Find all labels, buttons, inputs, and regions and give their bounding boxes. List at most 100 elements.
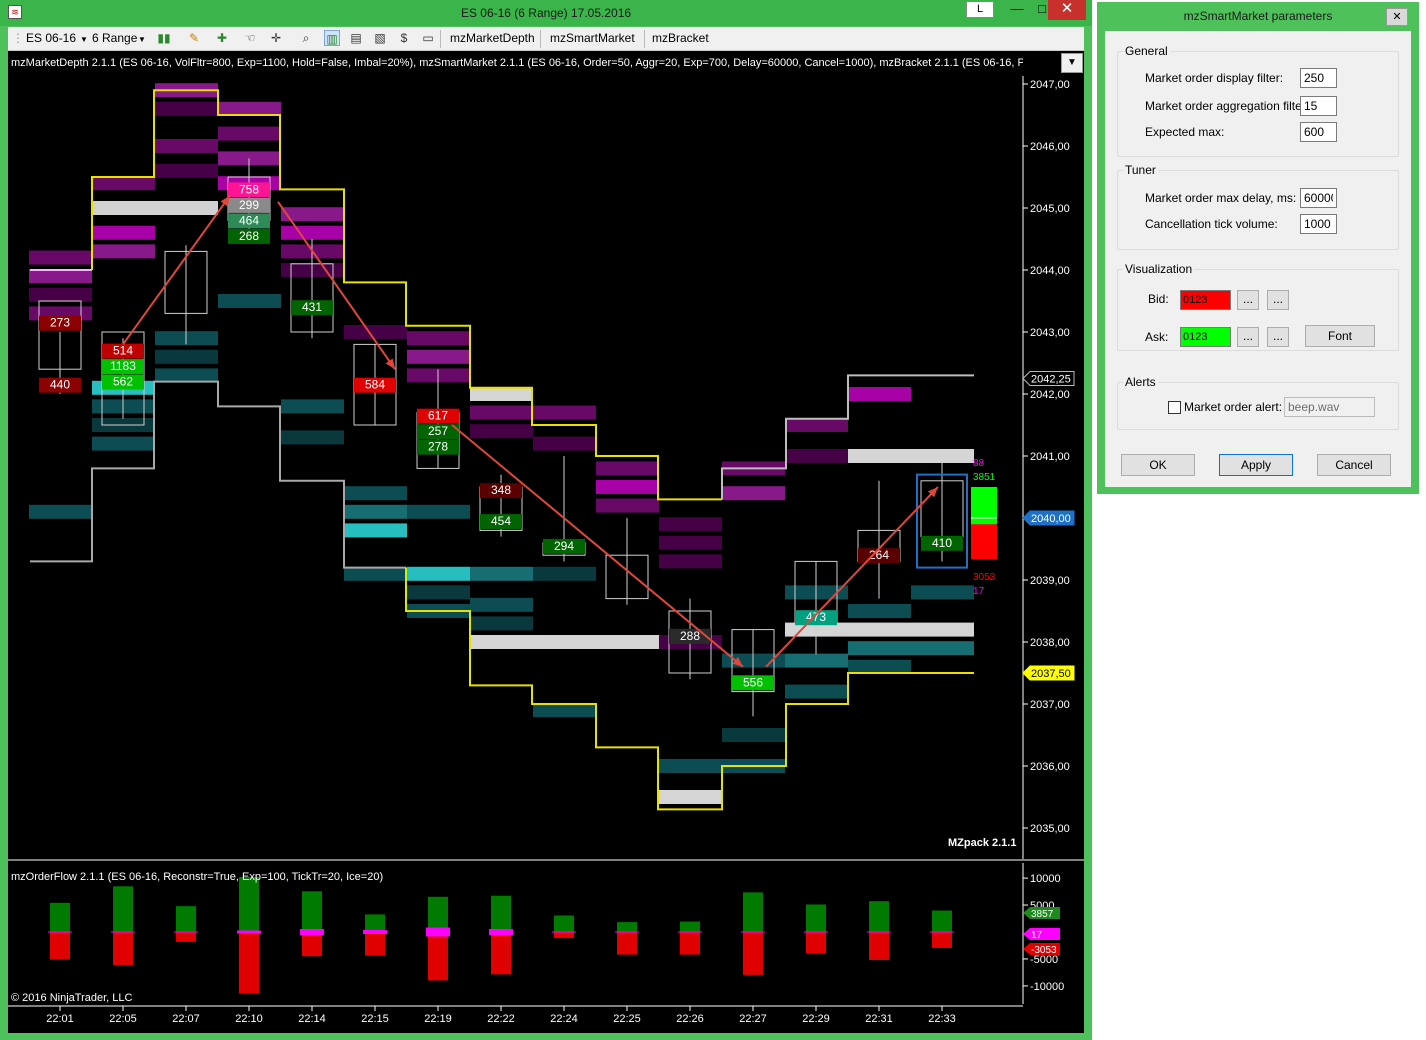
orderflow-buy-bar xyxy=(932,910,952,932)
orderflow-buy-bar xyxy=(680,921,700,932)
parameters-dialog: mzSmartMarket parameters ✕ General Marke… xyxy=(1097,2,1419,494)
order-volume-label: 273 xyxy=(50,316,70,330)
layout-button[interactable]: L xyxy=(966,1,994,18)
depth-band xyxy=(407,566,470,581)
zoom-icon[interactable]: ⌕ xyxy=(298,30,314,46)
bid-color-button[interactable]: ... xyxy=(1237,290,1259,310)
price-tick-label: 2038,00 xyxy=(1030,637,1070,649)
pencil-icon[interactable]: ✎ xyxy=(186,30,202,46)
depth-band xyxy=(92,225,155,240)
display-filter-label: Market order display filter: xyxy=(1145,71,1284,85)
bid-color-sample[interactable]: 0123 xyxy=(1180,290,1231,310)
window-icon[interactable]: ▭ xyxy=(420,30,436,46)
minimize-button[interactable]: — xyxy=(1004,0,1030,20)
price-chart-canvas[interactable]: 273 440 5141183 562 758 299464 268 431 584 617257… xyxy=(8,51,1084,1033)
orderflow-sell-bar xyxy=(491,932,511,975)
chart-props-icon[interactable]: ▤ xyxy=(348,30,364,46)
max-delay-input[interactable] xyxy=(1300,188,1337,208)
depth-band xyxy=(911,641,974,656)
iceberg-marker xyxy=(174,931,198,933)
depth-band xyxy=(533,635,596,649)
time-tick-label: 22:10 xyxy=(235,1013,263,1025)
order-volume-label: 562 xyxy=(113,375,133,389)
orderflow-buy-bar xyxy=(617,922,637,932)
bid-font-button[interactable]: ... xyxy=(1267,290,1289,310)
orderflow-buy-bar xyxy=(806,904,826,932)
mzbracket-button[interactable]: mzBracket xyxy=(652,31,709,45)
order-volume-label: 584 xyxy=(365,378,385,392)
depth-band xyxy=(344,566,407,581)
bracket-bottom-value: 17 xyxy=(973,586,985,597)
market-order-alert-checkbox[interactable] xyxy=(1168,401,1181,414)
depth-band xyxy=(533,405,596,420)
bracket-bid-value: 3053 xyxy=(973,572,996,583)
depth-band xyxy=(848,641,911,656)
depth-band xyxy=(722,728,785,742)
data-box-icon[interactable]: ▧ xyxy=(372,30,388,46)
visualization-group-label: Visualization xyxy=(1123,262,1195,276)
collapse-button[interactable]: ▼ xyxy=(1061,53,1083,73)
alerts-group-label: Alerts xyxy=(1123,375,1158,389)
depth-band xyxy=(29,504,92,519)
tuner-group xyxy=(1117,170,1399,250)
price-tick-label: 2044,00 xyxy=(1030,265,1070,277)
dialog-close-button[interactable]: ✕ xyxy=(1386,8,1408,26)
depth-band xyxy=(785,653,848,668)
depth-band xyxy=(218,294,281,308)
depth-band xyxy=(659,759,722,773)
trend-arrow xyxy=(765,486,939,668)
apply-button[interactable]: Apply xyxy=(1219,454,1293,476)
depth-band xyxy=(911,585,974,600)
display-filter-input[interactable] xyxy=(1300,68,1337,88)
dialog-title: mzSmartMarket parameters xyxy=(1183,9,1333,23)
crosshair-icon[interactable]: ✛ xyxy=(268,30,284,46)
ask-color-sample[interactable]: 0123 xyxy=(1180,327,1231,347)
hand-icon[interactable]: ☜ xyxy=(242,30,258,46)
price-marker-label: 2040,00 xyxy=(1031,513,1071,525)
time-tick-label: 22:19 xyxy=(424,1013,452,1025)
depth-band xyxy=(596,461,659,476)
time-tick-label: 22:26 xyxy=(676,1013,704,1025)
depth-band xyxy=(848,387,911,401)
mzsmartmarket-button[interactable]: mzSmartMarket xyxy=(550,31,635,45)
max-delay-label: Market order max delay, ms: xyxy=(1145,191,1297,205)
close-button[interactable]: ✕ xyxy=(1048,0,1086,20)
order-volume-label: 758 xyxy=(239,182,259,196)
ask-font-button[interactable]: ... xyxy=(1267,327,1289,347)
depth-band xyxy=(596,498,659,513)
depth-band xyxy=(407,504,470,519)
mzmarketdepth-button[interactable]: mzMarketDepth xyxy=(450,31,535,45)
ok-button[interactable]: OK xyxy=(1121,454,1195,476)
orderflow-label: mzOrderFlow 2.1.1 (ES 06-16, Reconstr=Tr… xyxy=(11,871,384,883)
ask-color-button[interactable]: ... xyxy=(1237,327,1259,347)
title-bar[interactable]: ≋ ES 06-16 (6 Range) 17.05.2016 L — □ ✕ xyxy=(0,0,1092,26)
depth-band xyxy=(218,101,281,116)
expected-max-input[interactable] xyxy=(1300,122,1337,142)
cancel-volume-input[interactable] xyxy=(1300,214,1337,234)
depth-band xyxy=(281,399,344,414)
chevron-down-icon[interactable]: ▼ xyxy=(138,35,146,44)
time-tick-label: 22:27 xyxy=(739,1013,767,1025)
aggregation-filter-input[interactable] xyxy=(1300,96,1337,116)
bars-icon[interactable]: ▥ xyxy=(324,30,340,46)
orderflow-buy-bar xyxy=(302,891,322,932)
depth-band xyxy=(533,703,596,718)
font-button[interactable]: Font xyxy=(1305,325,1375,347)
orderflow-sell-bar xyxy=(932,932,952,948)
add-indicator-icon[interactable]: ✚ xyxy=(214,30,230,46)
bar-type-icon[interactable]: ▮▮ xyxy=(156,30,172,46)
orderflow-sell-bar xyxy=(680,932,700,955)
time-tick-label: 22:31 xyxy=(865,1013,893,1025)
alert-sound-input[interactable] xyxy=(1284,397,1375,417)
iceberg-marker xyxy=(930,931,954,933)
cancel-button[interactable]: Cancel xyxy=(1317,454,1391,476)
time-tick-label: 22:29 xyxy=(802,1013,830,1025)
chart-panel[interactable]: 273 440 514 1183 562 758 299 464 268 431 584 617 257… xyxy=(8,51,1084,1033)
iceberg-marker xyxy=(552,931,576,933)
period-selector[interactable]: 6 Range xyxy=(92,31,137,45)
depth-band xyxy=(155,368,218,383)
orderflow-sell-bar xyxy=(554,932,574,939)
instrument-selector[interactable]: ES 06-16 xyxy=(26,31,76,45)
chevron-down-icon[interactable]: ▼ xyxy=(80,35,88,44)
dollar-icon[interactable]: $ xyxy=(396,30,412,46)
